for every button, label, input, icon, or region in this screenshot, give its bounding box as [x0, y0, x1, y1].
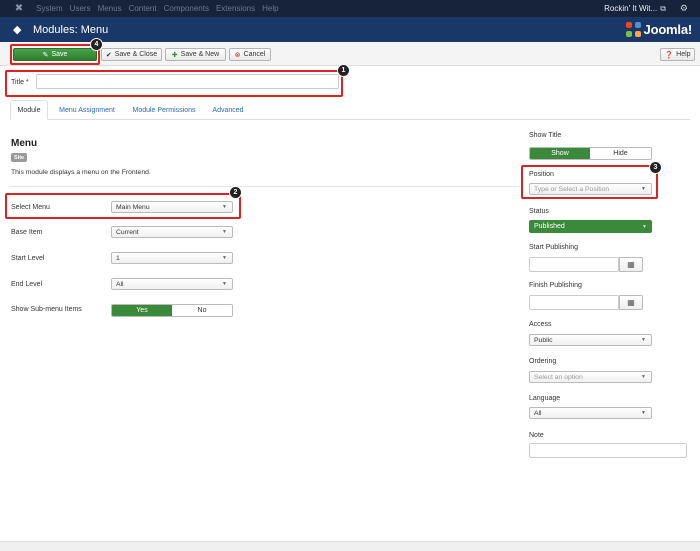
- menu-item-users[interactable]: Users: [70, 4, 91, 13]
- ordering-dropdown[interactable]: Select an option ▼: [529, 371, 652, 383]
- show-submenu-toggle: Yes No: [111, 304, 233, 317]
- menu-item-extensions[interactable]: Extensions: [216, 4, 255, 13]
- tab-menu-assignment[interactable]: Menu Assignment: [52, 100, 122, 120]
- save-close-button-label: Save & Close: [114, 51, 158, 58]
- calendar-icon[interactable]: ▦: [619, 295, 643, 310]
- cancel-circle-icon: ⊗: [234, 51, 241, 59]
- status-label: Status: [529, 208, 549, 215]
- caret-down-icon: ▼: [641, 410, 646, 416]
- status-dropdown[interactable]: Published ▼: [529, 220, 652, 233]
- save-new-button[interactable]: ✚ Save & New: [165, 48, 226, 61]
- callout-badge-4: 4: [90, 38, 103, 51]
- access-dropdown[interactable]: Public ▼: [529, 334, 652, 346]
- base-item-value: Current: [116, 228, 139, 236]
- ordering-label: Ordering: [529, 358, 557, 365]
- joomla-brand-icon: [625, 21, 642, 38]
- show-title-show[interactable]: Show: [530, 148, 591, 159]
- page-header: ◆ Modules: Menu Joomla!: [0, 17, 700, 42]
- site-badge: Site: [11, 153, 28, 162]
- finish-publishing-input[interactable]: [529, 295, 619, 310]
- note-input[interactable]: [529, 443, 687, 458]
- menu-item-content[interactable]: Content: [129, 4, 157, 13]
- joomla-logo-icon[interactable]: ✖: [10, 3, 28, 14]
- calendar-icon[interactable]: ▦: [619, 257, 643, 272]
- question-icon: ❓: [664, 51, 674, 59]
- access-value: Public: [534, 336, 553, 344]
- end-level-value: All: [116, 280, 124, 288]
- note-label: Note: [529, 432, 544, 439]
- show-submenu-label: Show Sub-menu Items: [11, 306, 82, 313]
- show-title-label: Show Title: [529, 132, 562, 139]
- menu-item-menus[interactable]: Menus: [98, 4, 122, 13]
- start-level-label: Start Level: [11, 255, 45, 262]
- joomla-brand: Joomla!: [625, 21, 693, 38]
- page-title: Modules: Menu: [33, 23, 109, 36]
- show-title-toggle: Show Hide: [529, 147, 652, 160]
- save-close-button[interactable]: ✔ Save & Close: [101, 48, 162, 61]
- caret-down-icon: ▼: [222, 255, 227, 261]
- module-tabs: Module Menu Assignment Module Permission…: [10, 100, 690, 120]
- start-publishing-label: Start Publishing: [529, 244, 579, 251]
- divider: [10, 186, 520, 187]
- access-label: Access: [529, 321, 552, 328]
- tab-advanced[interactable]: Advanced: [206, 100, 250, 120]
- language-value: All: [534, 409, 542, 417]
- start-publishing-input[interactable]: [529, 257, 619, 272]
- callout-box-title: [5, 70, 343, 97]
- top-nav-right: Rockin' It Wit... ⧉ ⚙: [604, 3, 688, 14]
- show-title-hide[interactable]: Hide: [590, 148, 651, 159]
- cancel-button[interactable]: ⊗ Cancel: [229, 48, 271, 61]
- finish-publishing-label: Finish Publishing: [529, 282, 582, 289]
- language-label: Language: [529, 395, 561, 402]
- tab-module-permissions[interactable]: Module Permissions: [126, 100, 202, 120]
- base-item-dropdown[interactable]: Current ▼: [111, 226, 233, 238]
- status-bar: [0, 541, 700, 551]
- admin-menu: System Users Menus Content Components Ex…: [36, 4, 286, 13]
- cube-icon: ◆: [13, 24, 22, 36]
- start-level-value: 1: [116, 254, 120, 262]
- menu-item-system[interactable]: System: [36, 4, 63, 13]
- status-value: Published: [534, 223, 565, 230]
- module-name: Menu: [11, 138, 38, 149]
- caret-down-icon: ▼: [642, 223, 647, 230]
- tab-module[interactable]: Module: [10, 100, 48, 120]
- caret-down-icon: ▼: [641, 374, 646, 380]
- callout-box-save: [10, 44, 100, 65]
- caret-down-icon: ▼: [222, 281, 227, 287]
- callout-badge-3: 3: [649, 161, 662, 174]
- callout-badge-2: 2: [229, 186, 242, 199]
- external-link-icon: ⧉: [660, 3, 666, 13]
- show-submenu-no[interactable]: No: [172, 305, 232, 316]
- check-icon: ✔: [105, 51, 112, 59]
- help-button-label: Help: [676, 51, 691, 58]
- show-submenu-yes[interactable]: Yes: [112, 305, 172, 316]
- save-new-button-label: Save & New: [180, 51, 220, 58]
- gear-icon[interactable]: ⚙: [680, 3, 688, 14]
- callout-box-select-menu: [5, 193, 241, 219]
- menu-item-help[interactable]: Help: [262, 4, 278, 13]
- joomla-brand-text: Joomla!: [643, 22, 693, 37]
- callout-box-position: [521, 165, 658, 199]
- menu-item-components[interactable]: Components: [164, 4, 209, 13]
- language-dropdown[interactable]: All ▼: [529, 407, 652, 419]
- end-level-dropdown[interactable]: All ▼: [111, 278, 233, 290]
- end-level-label: End Level: [11, 281, 43, 288]
- top-nav-bar: ✖ System Users Menus Content Components …: [0, 0, 700, 17]
- cancel-button-label: Cancel: [243, 51, 266, 58]
- callout-badge-1: 1: [337, 64, 350, 77]
- help-button[interactable]: ❓ Help: [660, 48, 695, 61]
- ordering-placeholder: Select an option: [534, 373, 583, 381]
- plus-icon: ✚: [171, 51, 178, 59]
- start-level-dropdown[interactable]: 1 ▼: [111, 252, 233, 264]
- caret-down-icon: ▼: [641, 337, 646, 343]
- module-description: This module displays a menu on the Front…: [11, 169, 151, 176]
- base-item-label: Base Item: [11, 229, 43, 236]
- caret-down-icon: ▼: [222, 229, 227, 235]
- site-name-link[interactable]: Rockin' It Wit...: [604, 4, 657, 13]
